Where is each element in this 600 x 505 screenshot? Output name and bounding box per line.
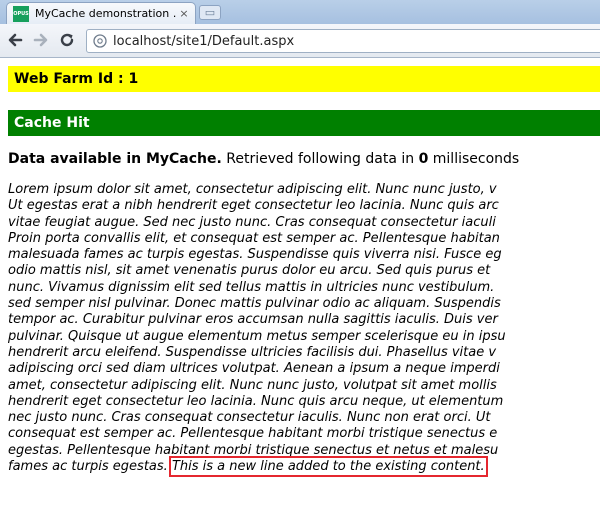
content-line: vitae feugiat augue. Sed nec justo nunc.… — [8, 214, 496, 230]
status-bold-text: Data available in MyCache. — [8, 151, 222, 167]
content-line: Lorem ipsum dolor sit amet, consectetur … — [8, 182, 497, 197]
retrieval-status: Data available in MyCache. Retrieved fol… — [8, 151, 519, 167]
page-icon — [93, 34, 107, 48]
back-arrow-icon — [8, 33, 23, 47]
content-line: Ut egestas erat a nibh hendrerit eget co… — [8, 198, 499, 214]
cached-content-paragraph: Lorem ipsum dolor sit amet, consectetur … — [8, 182, 600, 478]
new-line-highlight: This is a new line added to the existing… — [168, 456, 488, 478]
cache-hit-banner: Cache Hit — [8, 110, 600, 136]
forward-button[interactable] — [30, 29, 52, 51]
new-tab-icon: ▭ — [204, 6, 216, 19]
status-mid-text: Retrieved following data in — [221, 151, 419, 167]
reload-button[interactable] — [56, 29, 78, 51]
browser-titlebar: OPUS MyCache demonstration … × ▭ — [0, 0, 600, 24]
content-line: egestas. Pellentesque habitant morbi tri… — [8, 442, 499, 458]
favicon-icon: OPUS — [13, 5, 29, 22]
page-content: Web Farm Id : 1 Cache Hit Data available… — [0, 58, 600, 505]
content-line: Proin porta convallis elit, et consequat… — [8, 230, 500, 246]
content-line-last: fames ac turpis egestas. This is a new l… — [8, 456, 600, 478]
retrieval-time-value: 0 — [418, 151, 429, 167]
content-line: odio mattis nisl, sit amet venenatis pur… — [8, 263, 491, 279]
content-line: hendrerit arcu eleifend. Suspendisse ult… — [8, 344, 497, 360]
web-farm-label: Web Farm Id : 1 — [14, 71, 139, 87]
content-line: amet, consectetur adipiscing elit. Nunc … — [8, 377, 497, 393]
content-line: hendrerit eget consectetur leo lacinia. … — [8, 393, 504, 409]
content-line: tempor ac. Curabitur pulvinar eros accum… — [8, 312, 498, 328]
content-line: consequat est semper ac. Pellentesque ha… — [8, 426, 498, 442]
content-line: sed semper nisl pulvinar. Donec mattis p… — [8, 296, 501, 312]
web-farm-banner: Web Farm Id : 1 — [8, 66, 600, 92]
forward-arrow-icon — [33, 33, 48, 47]
reload-icon — [60, 33, 74, 47]
content-line: malesuada fames ac turpis egestas. Suspe… — [8, 247, 502, 263]
content-line: nec justo nunc. Cras consequat consectet… — [8, 410, 491, 426]
content-line: nunc. Vivamus dignissim elit sed tellus … — [8, 279, 495, 295]
address-bar[interactable]: localhost/site1/Default.aspx — [86, 29, 600, 53]
tab-close-icon[interactable]: × — [177, 7, 191, 20]
last-line-prefix: fames ac turpis egestas. — [8, 459, 172, 475]
cache-hit-label: Cache Hit — [14, 115, 90, 131]
browser-toolbar: localhost/site1/Default.aspx — [0, 24, 600, 58]
back-button[interactable] — [4, 29, 26, 51]
content-line: adipiscing orci sed diam ultrices volutp… — [8, 361, 500, 377]
browser-tab[interactable]: OPUS MyCache demonstration … × — [6, 2, 196, 24]
url-text: localhost/site1/Default.aspx — [113, 33, 295, 49]
status-end-text: milliseconds — [428, 151, 520, 167]
new-tab-button[interactable]: ▭ — [199, 5, 221, 20]
content-line: pulvinar. Quisque ut augue elementum met… — [8, 328, 506, 344]
tab-title: MyCache demonstration … — [35, 7, 177, 20]
